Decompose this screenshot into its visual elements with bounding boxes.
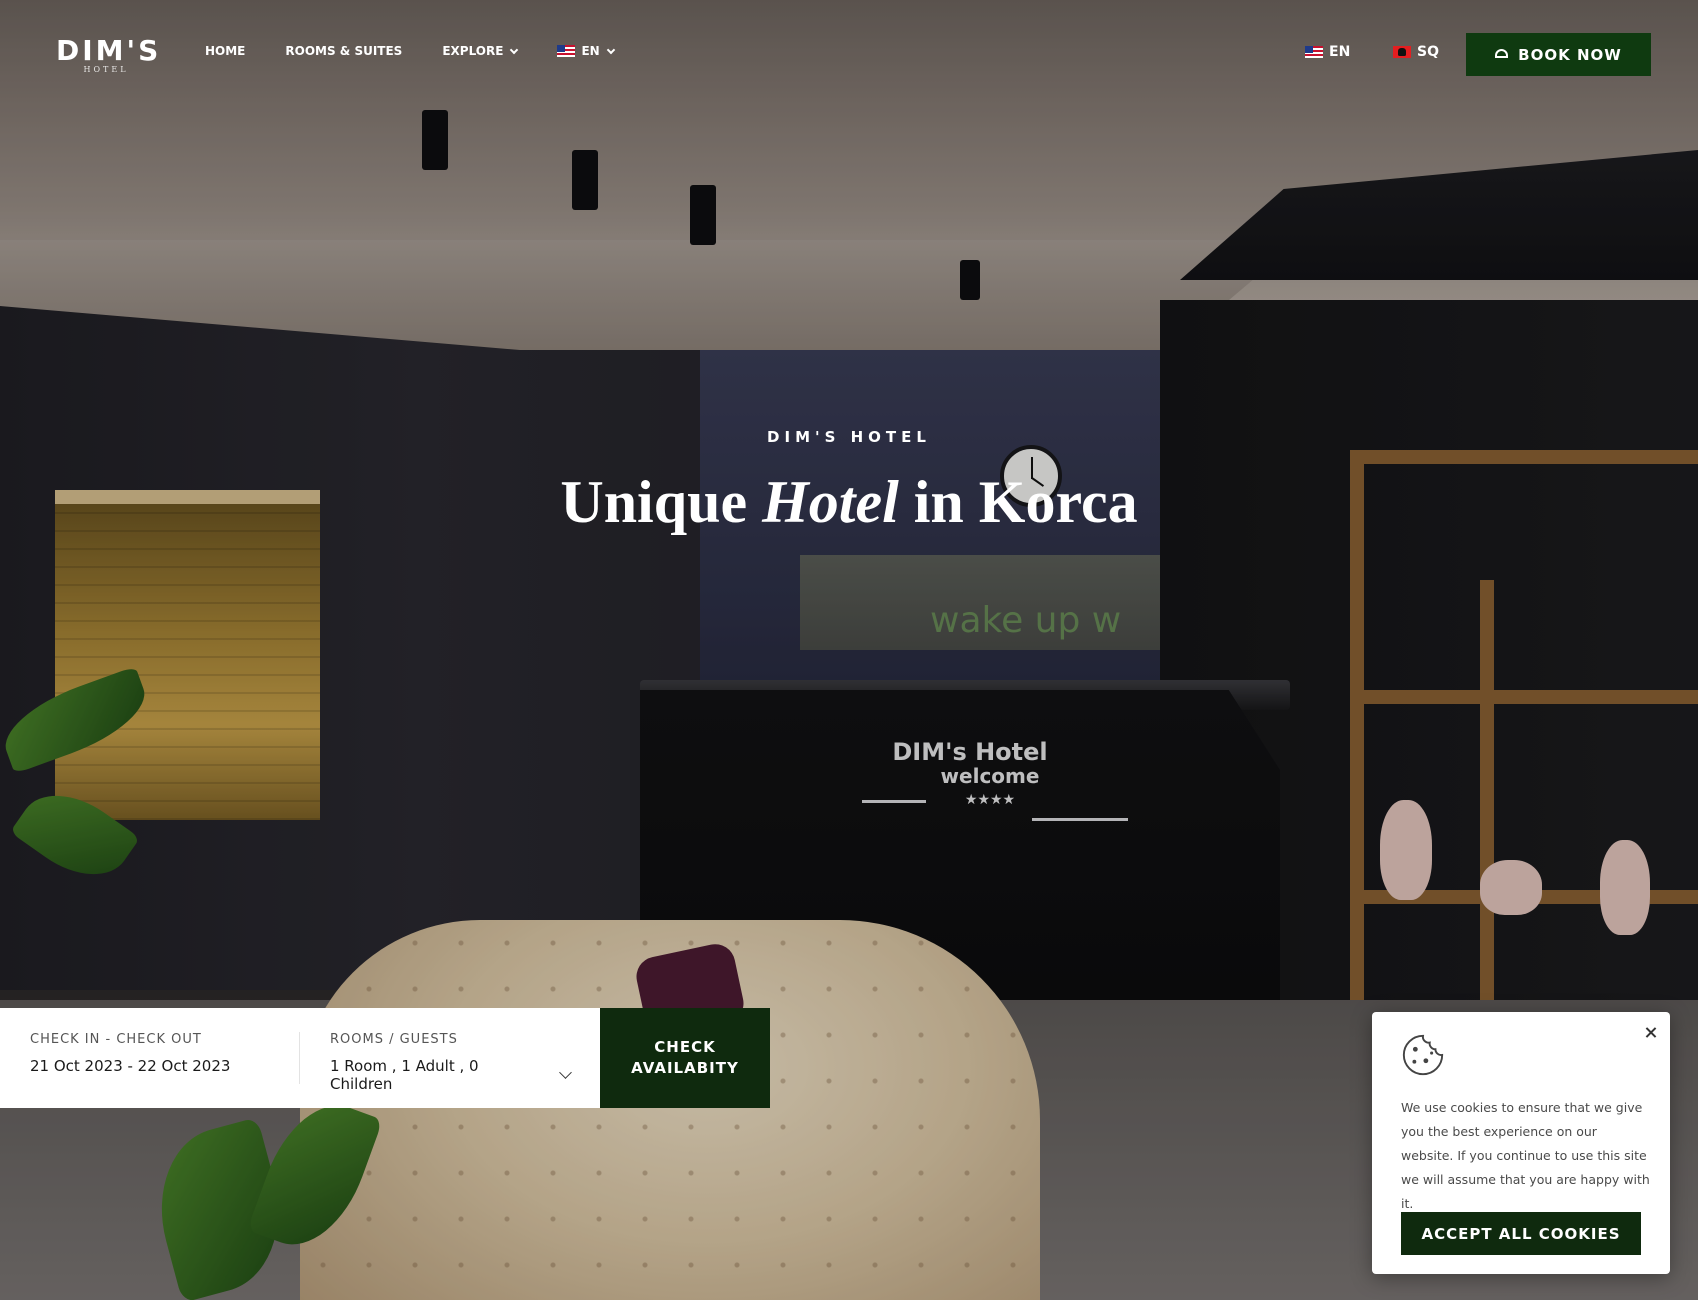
- nav-explore[interactable]: EXPLORE: [442, 44, 519, 58]
- rooms-guests-label: ROOMS / GUESTS: [330, 1032, 458, 1047]
- nav-explore-label: EXPLORE: [442, 44, 504, 58]
- flag-al-icon: [1393, 46, 1411, 58]
- headline-prefix: Unique: [560, 469, 748, 535]
- hero-eyebrow: DIM'S HOTEL: [767, 428, 931, 446]
- logo-wordmark: DIM'S: [56, 34, 162, 67]
- site-header: DIM'S HOTEL HOME ROOMS & SUITES EXPLORE …: [0, 0, 1698, 110]
- chevron-down-icon: [510, 45, 519, 54]
- flag-us-icon: [557, 45, 576, 57]
- bell-icon: [1495, 49, 1509, 58]
- hero-headline: Unique Hotel in Korca: [0, 466, 1698, 538]
- nav-language-dropdown[interactable]: EN: [557, 44, 615, 58]
- logo-subtitle: HOTEL: [83, 65, 129, 74]
- nav-rooms-label: ROOMS & SUITES: [285, 44, 403, 58]
- rooms-guests-value: 1 Room , 1 Adult , 0 Children: [330, 1057, 479, 1093]
- close-icon[interactable]: [1642, 1024, 1660, 1042]
- language-sq-label: SQ: [1417, 44, 1439, 60]
- date-range-value: 21 Oct 2023 - 22 Oct 2023: [30, 1057, 231, 1075]
- cookie-notice: We use cookies to ensure that we give yo…: [1372, 1012, 1670, 1274]
- headline-suffix: in Korca: [913, 469, 1138, 535]
- accept-cookies-button[interactable]: ACCEPT ALL COOKIES: [1401, 1212, 1641, 1255]
- language-sq-link[interactable]: SQ: [1393, 44, 1439, 60]
- hotel-logo[interactable]: DIM'S HOTEL: [56, 34, 162, 74]
- rooms-guests-field[interactable]: ROOMS / GUESTS 1 Room , 1 Adult , 0 Chil…: [300, 1032, 600, 1093]
- chevron-down-icon[interactable]: [559, 1065, 572, 1079]
- check-availability-line1: CHECK: [654, 1038, 716, 1056]
- headline-emphasis: Hotel: [762, 469, 899, 535]
- booking-bar: CHECK IN - CHECK OUT 21 Oct 2023 - 22 Oc…: [0, 1008, 770, 1108]
- language-en-label: EN: [1329, 44, 1351, 60]
- check-availability-line2: AVAILABITY: [631, 1059, 739, 1077]
- nav-home[interactable]: HOME: [205, 44, 245, 58]
- book-now-label: BOOK NOW: [1518, 45, 1622, 64]
- rooms-guests-value-row: 1 Room , 1 Adult , 0 Children: [330, 1057, 572, 1093]
- nav-home-label: HOME: [205, 44, 246, 58]
- date-range-field[interactable]: CHECK IN - CHECK OUT 21 Oct 2023 - 22 Oc…: [0, 1032, 300, 1084]
- chevron-down-icon: [606, 45, 615, 54]
- book-now-button[interactable]: BOOK NOW: [1466, 33, 1651, 76]
- nav-language-label: EN: [581, 44, 600, 58]
- cookie-message: We use cookies to ensure that we give yo…: [1401, 1100, 1650, 1211]
- nav-rooms-suites[interactable]: ROOMS & SUITES: [285, 44, 402, 58]
- cookie-icon: [1402, 1034, 1444, 1076]
- main-nav: HOME ROOMS & SUITES EXPLORE EN: [205, 44, 654, 58]
- flag-us-icon: [1305, 46, 1323, 58]
- language-en-link[interactable]: EN: [1305, 44, 1350, 60]
- booking-fields: CHECK IN - CHECK OUT 21 Oct 2023 - 22 Oc…: [0, 1008, 600, 1108]
- check-availability-button[interactable]: CHECK AVAILABITY: [600, 1008, 770, 1108]
- date-range-label: CHECK IN - CHECK OUT: [30, 1032, 202, 1047]
